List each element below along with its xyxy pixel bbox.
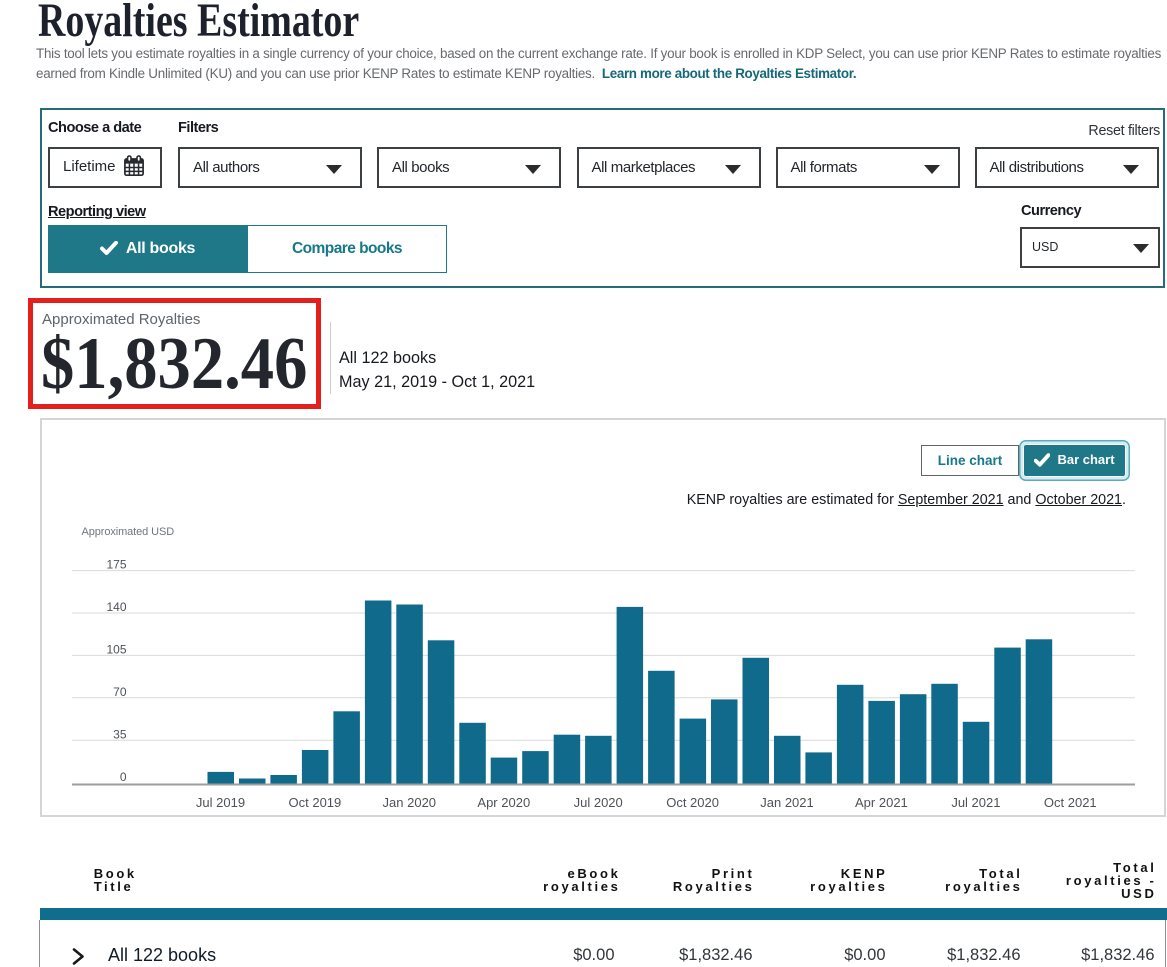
- svg-text:70: 70: [113, 685, 127, 699]
- svg-text:105: 105: [106, 643, 126, 657]
- svg-text:0: 0: [120, 770, 127, 784]
- svg-text:35: 35: [113, 727, 127, 741]
- svg-text:Jul 2020: Jul 2020: [574, 795, 623, 810]
- svg-text:Oct 2019: Oct 2019: [289, 795, 342, 810]
- svg-text:Oct 2020: Oct 2020: [666, 795, 719, 810]
- svg-text:175: 175: [106, 558, 126, 572]
- svg-text:Jan 2020: Jan 2020: [383, 795, 437, 810]
- svg-text:Apr 2020: Apr 2020: [477, 795, 530, 810]
- svg-text:Jul 2021: Jul 2021: [951, 795, 1000, 810]
- svg-text:Apr 2021: Apr 2021: [855, 795, 908, 810]
- svg-text:Oct 2021: Oct 2021: [1044, 795, 1097, 810]
- svg-text:Jul 2019: Jul 2019: [196, 795, 245, 810]
- svg-text:140: 140: [106, 600, 126, 614]
- svg-text:Jan 2021: Jan 2021: [760, 795, 814, 810]
